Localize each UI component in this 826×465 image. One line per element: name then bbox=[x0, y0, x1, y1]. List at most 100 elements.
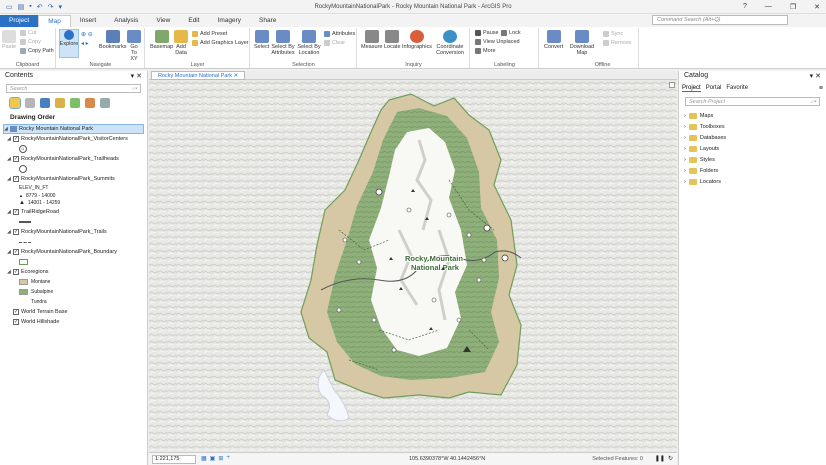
bookmarks-button[interactable]: Bookmarks bbox=[99, 30, 127, 50]
catalog-tab-project[interactable]: Project bbox=[682, 85, 701, 92]
layer-checkbox[interactable]: ✓ bbox=[13, 209, 19, 215]
layer-checkbox[interactable]: ✓ bbox=[13, 136, 19, 142]
paste-button[interactable]: Paste bbox=[2, 30, 16, 50]
minimize-button[interactable]: — bbox=[765, 3, 772, 11]
tab-imagery[interactable]: Imagery bbox=[209, 15, 250, 27]
scale-selector[interactable]: 1:221,175 bbox=[152, 455, 196, 464]
new-icon[interactable]: ▭ bbox=[6, 3, 13, 11]
toc-layer-ridge[interactable]: ◢ ✓ TrailRidgeRoad bbox=[3, 207, 144, 217]
list-by-snapping-icon[interactable] bbox=[70, 98, 80, 108]
fixed-zoom-icon[interactable]: ▦ bbox=[201, 455, 207, 462]
layer-checkbox[interactable]: ✓ bbox=[13, 176, 19, 182]
layer-checkbox[interactable]: ✓ bbox=[13, 156, 19, 162]
catalog-item-maps[interactable]: › Maps bbox=[679, 110, 826, 121]
refresh-icon[interactable]: ↻ bbox=[668, 455, 673, 462]
customize-icon[interactable]: ▾ bbox=[58, 3, 62, 11]
undo-icon[interactable]: ↶ bbox=[37, 3, 43, 11]
catalog-search-input[interactable]: Search Project ⌕▾ bbox=[685, 97, 820, 106]
infographics-button[interactable]: Infographics bbox=[402, 30, 432, 50]
sync-button[interactable]: Sync bbox=[603, 31, 623, 37]
goto-xy-button[interactable]: Go To XY bbox=[127, 30, 141, 62]
remove-button[interactable]: Remove bbox=[603, 40, 631, 46]
toc-layer-hillshade[interactable]: ✓ World Hillshade bbox=[3, 317, 144, 327]
draw-controls[interactable]: ❚❚ ↻ bbox=[655, 455, 673, 462]
list-by-selection-icon[interactable] bbox=[40, 98, 50, 108]
catalog-item-toolboxes[interactable]: › Toolboxes bbox=[679, 121, 826, 132]
attributes-button[interactable]: Attributes bbox=[324, 31, 355, 37]
select-by-location-button[interactable]: Select By Location bbox=[297, 30, 321, 56]
toc-layer-trails[interactable]: ◢ ✓ RockyMountainNationalPark_Trails bbox=[3, 227, 144, 237]
list-by-charts-icon[interactable] bbox=[100, 98, 110, 108]
map-view-tools[interactable]: ▦ ▣ ⊞ + bbox=[201, 455, 230, 462]
list-by-editing-icon[interactable] bbox=[55, 98, 65, 108]
toc-layer-trailheads[interactable]: ◢ ✓ RockyMountainNationalPark_Trailheads bbox=[3, 154, 144, 164]
select-by-attributes-button[interactable]: Select By Attributes bbox=[271, 30, 295, 56]
catalog-item-databases[interactable]: › Databases bbox=[679, 132, 826, 143]
layer-checkbox[interactable]: ✓ bbox=[13, 269, 19, 275]
clear-selection-button[interactable]: Clear bbox=[324, 40, 345, 46]
close-tab-icon[interactable]: ✕ bbox=[234, 73, 239, 79]
convert-button[interactable]: Convert bbox=[544, 30, 563, 50]
view-unplaced-button[interactable]: View Unplaced bbox=[475, 39, 520, 45]
maximize-button[interactable]: ❐ bbox=[790, 3, 796, 11]
layer-checkbox[interactable]: ✓ bbox=[13, 229, 19, 235]
pane-pin-close-icon[interactable]: ▾ ✕ bbox=[131, 72, 142, 81]
pause-draw-icon[interactable]: ❚❚ bbox=[655, 455, 665, 462]
layer-checkbox[interactable]: ✓ bbox=[13, 309, 19, 315]
locate-button[interactable]: Locate bbox=[384, 30, 401, 50]
nav-arrows[interactable]: ◂ ▸ bbox=[81, 40, 89, 47]
toc-map-row[interactable]: ◢ Rocky Mountain National Park bbox=[3, 124, 144, 134]
redo-icon[interactable]: ↷ bbox=[48, 3, 54, 11]
help-button[interactable]: ? bbox=[743, 3, 747, 11]
tab-view[interactable]: View bbox=[147, 15, 179, 27]
toc-layer-boundary[interactable]: ◢ ✓ RockyMountainNationalPark_Boundary bbox=[3, 247, 144, 257]
catalog-tab-favorite[interactable]: Favorite bbox=[726, 85, 748, 92]
map-view-tab[interactable]: Rocky Mountain National Park ✕ bbox=[151, 71, 246, 80]
close-button[interactable]: ✕ bbox=[814, 3, 820, 11]
catalog-item-locators[interactable]: › Locators bbox=[679, 176, 826, 187]
toc-layer-summits[interactable]: ◢ ✓ RockyMountainNationalPark_Summits bbox=[3, 174, 144, 184]
more-labeling-button[interactable]: More bbox=[475, 48, 496, 54]
pause-labels-button[interactable]: Pause bbox=[475, 30, 499, 36]
layer-checkbox[interactable]: ✓ bbox=[13, 319, 19, 325]
basemap-button[interactable]: Basemap bbox=[150, 30, 173, 50]
pane-pin-close-icon[interactable]: ▾ ✕ bbox=[810, 72, 821, 81]
copy-button[interactable]: Copy bbox=[20, 39, 41, 45]
coordinate-conversion-button[interactable]: Coordinate Conversion bbox=[434, 30, 466, 56]
open-icon[interactable]: ▤ bbox=[18, 3, 25, 11]
toc-layer-ecoregions[interactable]: ◢ ✓ Ecoregions bbox=[3, 267, 144, 277]
copy-path-button[interactable]: Copy Path bbox=[20, 48, 54, 54]
command-search-input[interactable]: Command Search (Alt+Q) bbox=[652, 15, 788, 25]
add-data-button[interactable]: Add Data bbox=[174, 30, 188, 56]
tab-edit[interactable]: Edit bbox=[179, 15, 208, 27]
tab-project[interactable]: Project bbox=[0, 15, 39, 27]
layer-checkbox[interactable]: ✓ bbox=[13, 249, 19, 255]
map-corner-control[interactable] bbox=[669, 82, 675, 88]
measure-button[interactable]: Measure bbox=[361, 30, 382, 50]
add-icon[interactable]: + bbox=[226, 455, 230, 462]
map-canvas[interactable]: Rocky Mountain National Park bbox=[149, 80, 677, 452]
toc-layer-visitor[interactable]: ◢ ✓ RockyMountainNationalPark_VisitorCente… bbox=[3, 134, 144, 144]
tab-insert[interactable]: Insert bbox=[71, 15, 105, 27]
catalog-item-styles[interactable]: › Styles bbox=[679, 154, 826, 165]
zoom-tools[interactable]: ⊕ ⊖ bbox=[81, 31, 93, 38]
save-icon[interactable]: ▪ bbox=[29, 3, 31, 11]
explore-button[interactable]: Explore bbox=[59, 29, 79, 58]
select-button[interactable]: Select bbox=[254, 30, 269, 50]
contents-search-input[interactable]: Search ⌕▾ bbox=[6, 84, 141, 93]
fixed-extent-icon[interactable]: ▣ bbox=[210, 455, 216, 462]
toc-layer-terrain[interactable]: ✓ World Terrain Base bbox=[3, 307, 144, 317]
catalog-menu-icon[interactable]: ≡ bbox=[819, 85, 823, 92]
list-by-labeling-icon[interactable] bbox=[85, 98, 95, 108]
catalog-tab-portal[interactable]: Portal bbox=[706, 85, 722, 92]
tab-share[interactable]: Share bbox=[250, 15, 285, 27]
list-by-drawing-order-icon[interactable] bbox=[9, 97, 21, 109]
lock-labels-button[interactable]: Lock bbox=[501, 30, 521, 36]
add-preset-button[interactable]: Add Preset bbox=[192, 31, 227, 37]
cut-button[interactable]: Cut bbox=[20, 30, 37, 36]
list-by-source-icon[interactable] bbox=[25, 98, 35, 108]
grid-icon[interactable]: ⊞ bbox=[218, 455, 223, 462]
catalog-item-layouts[interactable]: › Layouts bbox=[679, 143, 826, 154]
catalog-item-folders[interactable]: › Folders bbox=[679, 165, 826, 176]
add-graphics-layer-button[interactable]: Add Graphics Layer bbox=[192, 40, 249, 46]
